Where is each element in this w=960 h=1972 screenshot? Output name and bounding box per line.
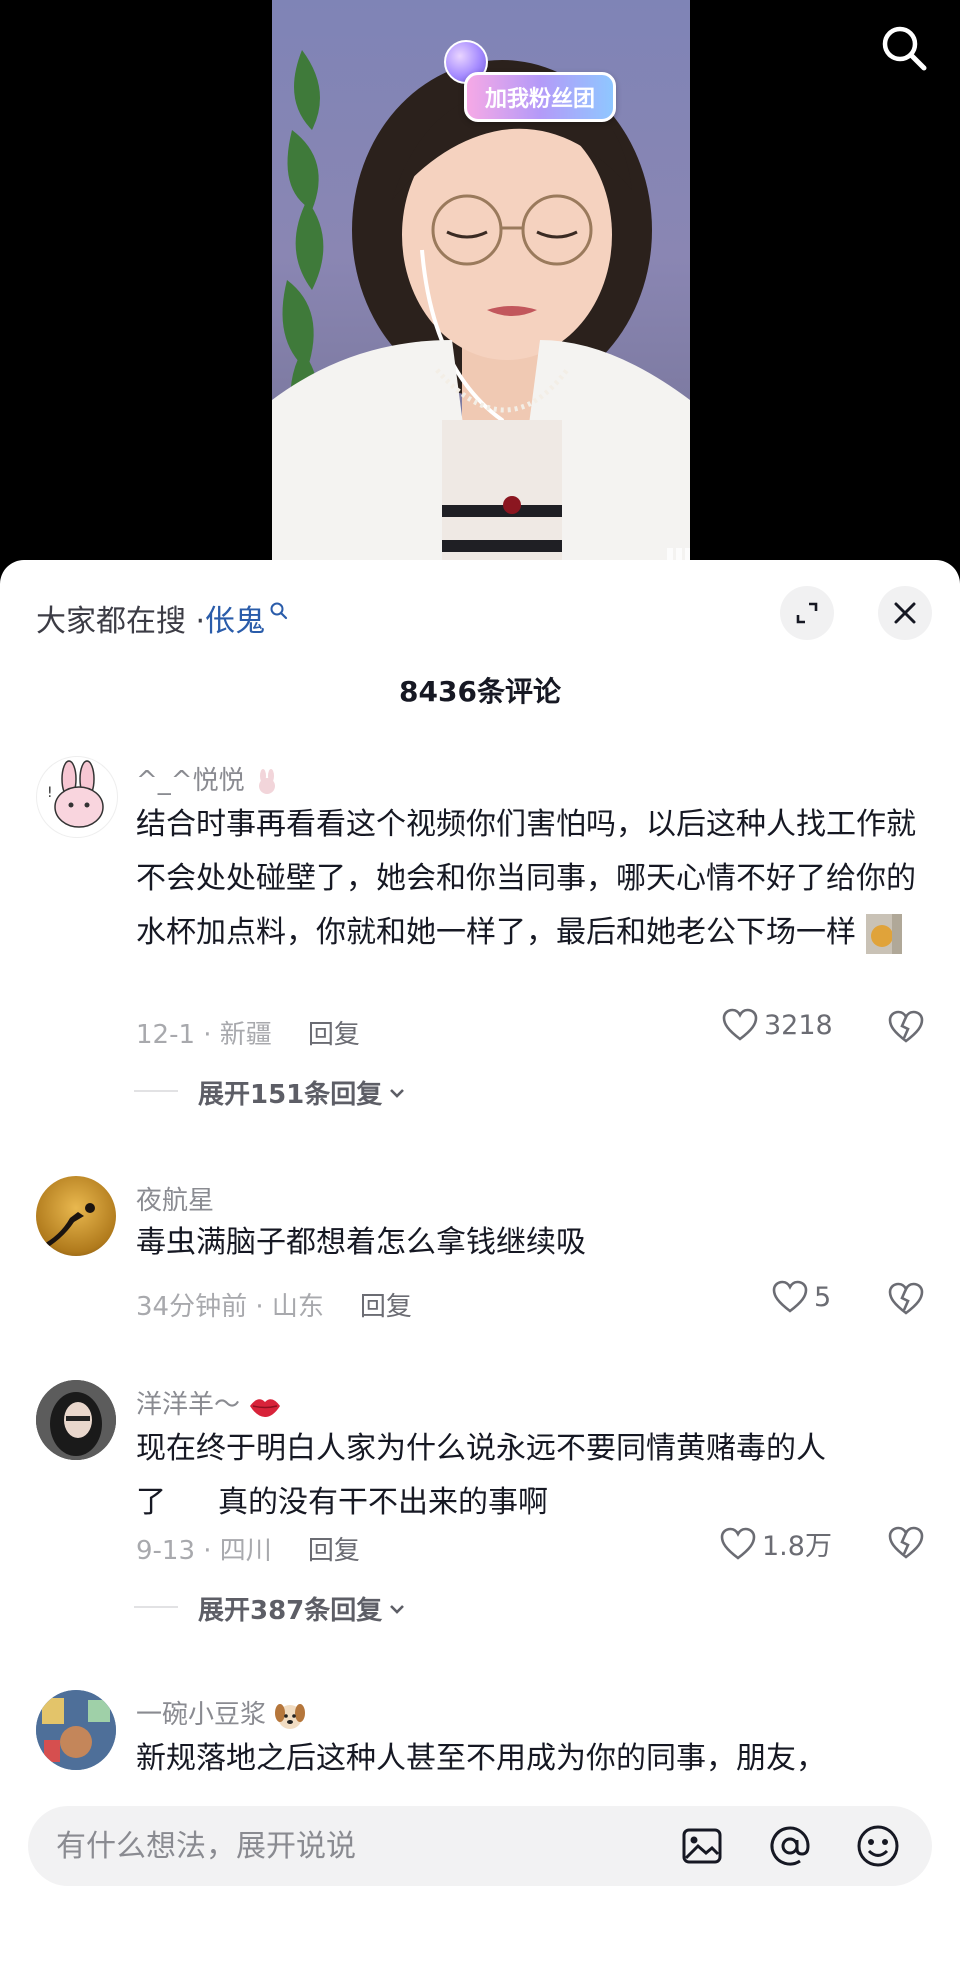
silhouette-avatar-icon [40,1203,95,1252]
heart-icon [722,1008,758,1041]
trending-search-keyword[interactable]: 伥鬼 [205,596,265,640]
portrait-avatar-icon [36,1380,116,1460]
avatar[interactable] [36,1176,116,1256]
expand-replies-label: 展开151条回复 [198,1080,383,1110]
mention-at-icon[interactable] [766,1822,814,1870]
expand-divider [134,1090,178,1092]
comment-date-location: 9-13 · 四川 [136,1536,272,1566]
dislike-broken-heart-icon[interactable] [888,1282,924,1316]
like-button[interactable]: 1.8万 [720,1524,832,1563]
close-icon [894,602,916,624]
like-count: 1.8万 [762,1531,832,1562]
comment-meta: 9-13 · 四川 回复 [136,1530,360,1567]
collage-avatar-icon [36,1690,116,1770]
cat-wall-emoji-icon [865,913,902,954]
dislike-broken-heart-icon[interactable] [888,1526,924,1560]
comment-text-line-1: 现在终于明白人家为什么说永远不要同情黄赌毒的人 [136,1431,826,1466]
username-text: 一碗小豆浆 [136,1700,267,1730]
emoji-face-icon[interactable] [854,1822,902,1870]
fan-club-button[interactable]: 加我粉丝团 [464,72,617,122]
avatar[interactable] [36,1690,116,1770]
reply-button[interactable]: 回复 [308,1014,360,1051]
expand-divider [134,1606,178,1608]
comment-text-content: 结合时事再看看这个视频你们害怕吗，以后这种人找工作就不会处处碰壁了，她会和你当同… [136,807,916,950]
comment-text-fragment: 真的没有干不出来的事啊 [218,1485,548,1520]
avatar[interactable]: ! [36,756,118,838]
comment-username[interactable]: 夜航星 [136,1180,214,1217]
like-count: 5 [814,1281,832,1313]
comment-text: 毒虫满脑子都想着怎么拿钱继续吸 [136,1225,586,1260]
comment-input[interactable] [54,1827,638,1865]
comment-meta: 12-1 · 新疆 回复 [136,1014,360,1051]
comment-text-line-2: 了 真的没有干不出来的事啊 [136,1476,916,1530]
like-button[interactable]: 3218 [722,1008,833,1042]
dislike-broken-heart-icon[interactable] [888,1010,924,1044]
comment-input-bar [28,1806,932,1886]
heart-icon [720,1527,756,1560]
chevron-down-icon [390,1088,405,1098]
small-search-icon [270,602,288,620]
comment-text-fragment: 了 [136,1485,166,1520]
comments-panel: 大家都在搜 · 伥鬼 8436条评论 ! ^_^悦悦 结合时事再看看这个视频你们… [0,560,960,1972]
comment-date-location: 34分钟前 · 山东 [136,1292,324,1322]
comment-count: 8436条评论 [399,675,561,708]
comment-username[interactable]: ^_^悦悦 [136,760,281,797]
comment-text: 现在终于明白人家为什么说永远不要同情黄赌毒的人 了 真的没有干不出来的事啊 [136,1422,916,1530]
like-button[interactable]: 5 [772,1280,831,1314]
comment-username[interactable]: 一碗小豆浆 [136,1694,306,1731]
expand-replies-button[interactable]: 展开387条回复 [134,1590,408,1627]
video-progress[interactable] [667,548,690,560]
trending-search[interactable]: 大家都在搜 · 伥鬼 [36,596,289,640]
bunny-avatar-icon: ! [47,760,104,828]
chevron-down-icon [390,1604,405,1614]
expand-replies-label: 展开387条回复 [198,1596,383,1626]
video-frame[interactable]: 加我粉丝团 [272,0,690,570]
comment-date-location: 12-1 · 新疆 [136,1020,272,1050]
image-icon[interactable] [678,1822,726,1870]
comment-username[interactable]: 洋洋羊～ [136,1384,282,1421]
svg-text:!: ! [47,785,53,801]
reply-button[interactable]: 回复 [308,1530,360,1567]
avatar[interactable] [36,1380,116,1460]
close-panel-button[interactable] [878,586,932,640]
like-count: 3218 [764,1009,833,1041]
lips-emoji-icon [250,1398,281,1417]
comment-text: 新规落地之后这种人甚至不用成为你的同事，朋友， [136,1741,826,1776]
expand-panel-button[interactable] [780,586,834,640]
expand-icon [796,602,818,624]
search-icon[interactable] [876,20,932,76]
video-player[interactable]: 加我粉丝团 [0,0,960,570]
comment-meta: 34分钟前 · 山东 回复 [136,1286,412,1323]
expand-replies-button[interactable]: 展开151条回复 [134,1074,408,1111]
heart-icon [772,1280,808,1313]
dog-emoji-icon [275,1703,306,1729]
panel-header: 大家都在搜 · 伥鬼 [0,560,960,660]
rabbit-emoji-icon [258,768,275,794]
reply-button[interactable]: 回复 [360,1286,412,1323]
username-text: 洋洋羊～ [136,1390,241,1420]
username-text: ^_^悦悦 [136,766,245,796]
comment-text: 结合时事再看看这个视频你们害怕吗，以后这种人找工作就不会处处碰壁了，她会和你当同… [136,798,916,960]
trending-search-prefix: 大家都在搜 · [36,604,206,639]
